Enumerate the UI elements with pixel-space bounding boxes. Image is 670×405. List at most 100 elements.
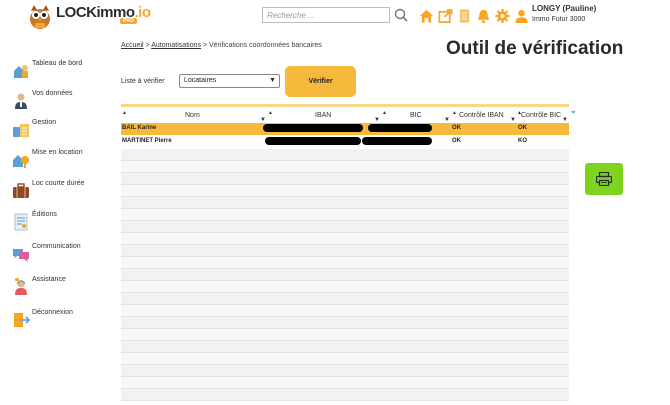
sidebar-item-label: Éditions: [32, 211, 57, 218]
column-header-controle-bic[interactable]: ▲ Contrôle BIC ▼: [517, 110, 569, 124]
sidebar-item-label: Assistance: [32, 276, 66, 283]
chat-icon: [13, 249, 29, 262]
sort-up-icon[interactable]: ▲: [452, 110, 457, 116]
sort-up-icon[interactable]: ▲: [268, 110, 273, 116]
list-label: Liste à vérifier: [121, 78, 165, 85]
document-icon[interactable]: [457, 8, 472, 24]
empty-row: [121, 329, 569, 341]
printer-icon: [596, 172, 612, 186]
sidebar-item-label: Communication: [32, 243, 81, 250]
rental-icon: [13, 155, 29, 168]
sort-up-icon[interactable]: ▲: [122, 110, 127, 116]
breadcrumb-separator: >: [202, 42, 208, 49]
breadcrumb-separator: >: [145, 42, 150, 49]
empty-row: [121, 269, 569, 281]
empty-row: [121, 281, 569, 293]
table-header-rule: [121, 104, 569, 107]
empty-row: [121, 377, 569, 389]
breadcrumb-home-link[interactable]: Accueil: [121, 42, 144, 49]
empty-row: [121, 209, 569, 221]
empty-row: [121, 389, 569, 401]
sidebar-item-loc-courte-duree[interactable]: Loc courte durée: [12, 180, 112, 204]
app-logo[interactable]: LOCKimmo.io PRO: [22, 0, 151, 32]
sort-up-icon[interactable]: ▲: [382, 110, 387, 116]
verification-table: ▲ Nom ▼ ▲ IBAN ▼ ▲ BIC ▼ ▲ Contrôle IBAN…: [121, 104, 577, 402]
breadcrumb: Accueil > Automatisations > Vérification…: [121, 42, 322, 49]
sidebar-item-tableau-de-bord[interactable]: Tableau de bord: [12, 60, 112, 84]
cell-bic-check: OK: [518, 125, 527, 131]
sidebar-item-label: Déconnexion: [32, 309, 73, 316]
column-header-bic[interactable]: ▲ BIC ▼: [381, 110, 451, 124]
sidebar-item-label: Vos données: [32, 90, 73, 97]
empty-row: [121, 365, 569, 377]
empty-row: [121, 305, 569, 317]
empty-row: [121, 353, 569, 365]
dashboard-icon: [14, 65, 28, 78]
user-icon[interactable]: [514, 8, 529, 24]
sidebar-item-label: Mise en location: [32, 149, 83, 156]
empty-row: [121, 149, 569, 161]
support-icon: [15, 278, 27, 295]
table-row[interactable]: MARTINET Pierre OK KO: [121, 136, 569, 148]
sidebar-item-label: Loc courte durée: [32, 180, 85, 187]
empty-row: [121, 317, 569, 329]
bell-icon[interactable]: [476, 8, 491, 24]
cell-name: BAIL Karine: [122, 125, 157, 131]
person-icon: [15, 93, 27, 109]
empty-row: [121, 257, 569, 269]
search-input[interactable]: [262, 7, 390, 23]
empty-row: [121, 197, 569, 209]
header-toolbar: [419, 8, 529, 24]
sidebar-item-editions[interactable]: Éditions: [12, 211, 112, 235]
column-header-controle-iban[interactable]: ▲ Contrôle IBAN ▼: [451, 110, 517, 124]
sidebar-item-gestion[interactable]: Gestion: [12, 119, 112, 143]
gear-icon[interactable]: [495, 8, 510, 24]
logout-icon: [14, 313, 30, 327]
sidebar-item-label: Tableau de bord: [32, 60, 83, 67]
user-company: Immo Futur 3000: [532, 16, 586, 23]
empty-row: [121, 161, 569, 173]
empty-row: [121, 341, 569, 353]
cell-iban-check: OK: [452, 138, 461, 144]
empty-row: [121, 293, 569, 305]
list-select[interactable]: Locataires ▼: [179, 74, 280, 88]
sidebar-item-deconnexion[interactable]: Déconnexion: [12, 309, 112, 333]
column-header-iban[interactable]: ▲ IBAN ▼: [267, 110, 381, 124]
empty-row: [121, 221, 569, 233]
sidebar-item-mise-en-location[interactable]: Mise en location: [12, 149, 112, 173]
user-name[interactable]: LONGY (Pauline): [532, 4, 596, 13]
cell-bic-check: KO: [518, 138, 527, 144]
print-button[interactable]: [585, 163, 623, 195]
sidebar-item-communication[interactable]: Communication: [12, 243, 112, 267]
sidebar-item-label: Gestion: [32, 119, 57, 126]
empty-row: [121, 233, 569, 245]
redacted-bic: [368, 124, 432, 132]
search-icon[interactable]: [394, 8, 408, 22]
list-select-value: Locataires: [184, 77, 217, 84]
chevron-down-icon[interactable]: ⌄: [570, 106, 577, 115]
sidebar-item-assistance[interactable]: Assistance: [12, 276, 112, 300]
breadcrumb-section-link[interactable]: Automatisations: [151, 42, 201, 49]
logo-badge: PRO: [120, 18, 137, 24]
verify-button[interactable]: Vérifier: [285, 66, 356, 97]
column-header-nom[interactable]: ▲ Nom ▼: [121, 110, 267, 124]
page-title: Outil de vérification: [446, 38, 624, 59]
sidebar-item-vos-donnees[interactable]: Vos données: [12, 90, 112, 114]
redacted-bic: [362, 137, 432, 145]
empty-row: [121, 245, 569, 257]
owl-logo-icon: [30, 5, 50, 29]
cell-iban-check: OK: [452, 125, 461, 131]
chevron-down-icon: ▼: [269, 77, 276, 84]
table-row[interactable]: BAIL Karine OK OK: [121, 123, 569, 135]
management-icon: [13, 124, 29, 137]
redacted-iban: [263, 124, 363, 132]
home-icon[interactable]: [419, 8, 434, 24]
empty-row: [121, 185, 569, 197]
cell-name: MARTINET Pierre: [122, 138, 172, 144]
empty-row: [121, 173, 569, 185]
suitcase-icon: [13, 183, 29, 198]
external-link-icon[interactable]: [438, 8, 453, 24]
breadcrumb-current: Vérifications coordonnées bancaires: [209, 42, 322, 49]
redacted-iban: [265, 137, 361, 145]
editions-icon: [14, 213, 28, 231]
